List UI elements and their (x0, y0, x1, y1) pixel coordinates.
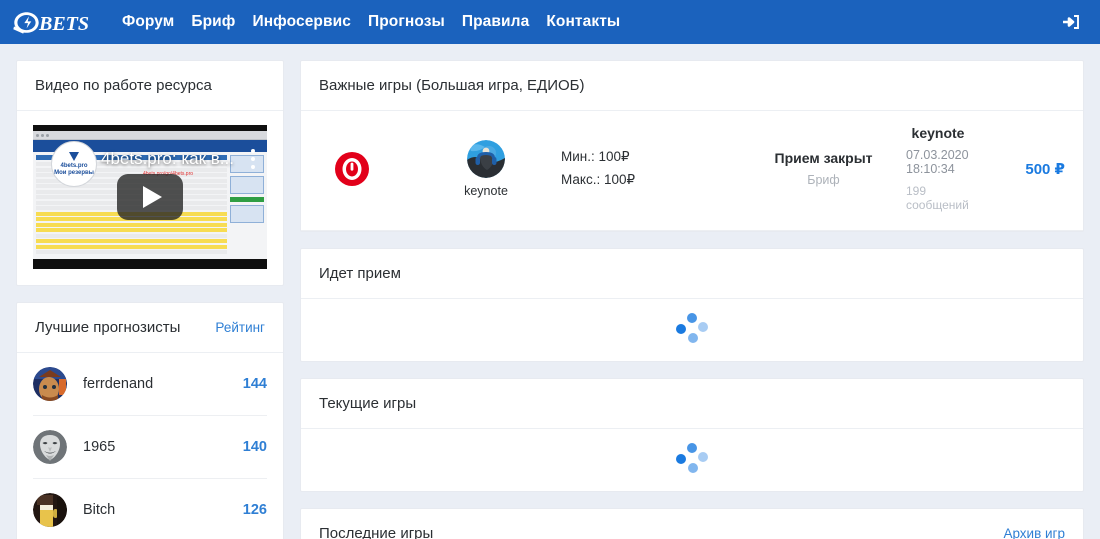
game-owner-cell[interactable]: keynote (411, 139, 561, 198)
top-predictors-title: Лучшие прогнозисты (35, 319, 181, 336)
game-message-count: 199 сообщений (906, 184, 969, 212)
game-meta-cell: keynote 07.03.2020 18:10:34 199 сообщени… (906, 125, 970, 212)
table-row[interactable]: keynote Мин.: 100₽ Макс.: 100₽ Прием зак… (301, 111, 1083, 231)
predictor-name: ferrdenand (83, 376, 154, 392)
game-state-label: Прием закрыт (774, 150, 873, 166)
top-predictors-header: Лучшие прогнозисты Рейтинг (17, 303, 283, 353)
predictor-score: 126 (242, 502, 267, 518)
rating-link[interactable]: Рейтинг (215, 320, 265, 335)
current-games-header: Текущие игры (301, 379, 1083, 429)
more-vertical-icon[interactable] (251, 149, 255, 173)
list-item[interactable]: ferrdenand 144 (33, 353, 267, 416)
thumb-badge-line2: Мои резервы (54, 169, 94, 176)
thumb-logo-badge: 4bets.pro Мои резервы (51, 141, 97, 187)
thumb-chrome-dots (33, 131, 267, 137)
svg-text:BETS: BETS (38, 13, 89, 35)
predictor-name: Bitch (83, 502, 116, 518)
avatar-keynote-globe (467, 139, 505, 178)
accepting-games-body (301, 299, 1083, 361)
nav-infoservice[interactable]: Инфосервис (252, 13, 351, 31)
predictor-name: 1965 (83, 439, 116, 455)
main-content: Важные игры (Большая игра, ЕДИОБ) keynot… (300, 60, 1084, 539)
nav-rules[interactable]: Правила (462, 13, 529, 31)
game-sum-cell: 500 ₽ (970, 160, 1065, 178)
nav-contacts[interactable]: Контакты (546, 13, 620, 31)
site-logo[interactable]: BETS (12, 10, 108, 35)
main-nav: Форум Бриф Инфосервис Прогнозы Правила К… (122, 13, 1058, 31)
last-games-header: Последние игры Архив игр (301, 509, 1083, 539)
game-date: 07.03.2020 18:10:34 (906, 148, 969, 176)
avatar-ferrdenand (33, 367, 67, 401)
game-sum: 500 ₽ (1025, 160, 1065, 178)
four-circle-logo-icon: BETS (13, 11, 89, 35)
thumb-badge-line1: 4bets.pro (60, 162, 88, 169)
thumb-sidebar (230, 155, 264, 256)
top-predictors-list: ferrdenand 144 1965 140 Bitch 126 (17, 353, 283, 539)
page-content: Видео по работе ресурса 4bets.pro Мои ре… (0, 44, 1100, 539)
loading-spinner-icon (675, 313, 709, 347)
avatar-bitch (33, 493, 67, 527)
current-games-body (301, 429, 1083, 491)
game-limits-cell: Мин.: 100₽ Макс.: 100₽ (561, 146, 741, 191)
video-card-header: Видео по работе ресурса (17, 61, 283, 111)
predictor-score: 140 (242, 439, 267, 455)
nav-forecasts[interactable]: Прогнозы (368, 13, 445, 31)
game-max-limit: Макс.: 100₽ (561, 171, 636, 187)
current-games-card: Текущие игры (300, 378, 1084, 492)
video-overlay-title: 4bets.pro: как в... (101, 149, 234, 168)
game-state-sublabel: Бриф (807, 173, 840, 187)
video-card-body: 4bets.pro Мои резервы 4bets.pro: как в..… (17, 111, 283, 285)
game-min-limit: Мин.: 100₽ (561, 149, 630, 165)
play-button-icon[interactable] (117, 174, 183, 220)
sidebar: Видео по работе ресурса 4bets.pro Мои ре… (16, 60, 284, 539)
game-state-cell: Прием закрыт Бриф (741, 150, 906, 187)
game-status-cell (319, 150, 411, 188)
game-closed-icon (335, 151, 369, 186)
game-title: keynote (911, 125, 965, 141)
loading-spinner-icon (675, 443, 709, 477)
last-games-title: Последние игры (319, 525, 434, 539)
top-predictors-card: Лучшие прогнозисты Рейтинг ferrdenand 14… (16, 302, 284, 539)
video-card-title: Видео по работе ресурса (35, 77, 212, 94)
game-owner-name: keynote (464, 183, 508, 198)
games-archive-link[interactable]: Архив игр (1003, 526, 1065, 539)
nav-brief[interactable]: Бриф (191, 13, 235, 31)
current-games-title: Текущие игры (319, 395, 417, 412)
avatar-1965 (33, 430, 67, 464)
last-games-card: Последние игры Архив игр (300, 508, 1084, 539)
predictor-score: 144 (242, 376, 267, 392)
thumb-badge-triangle-icon (69, 151, 79, 161)
video-card: Видео по работе ресурса 4bets.pro Мои ре… (16, 60, 284, 286)
sign-in-icon (1063, 15, 1079, 29)
login-button[interactable] (1058, 9, 1084, 35)
important-games-title: Важные игры (Большая игра, ЕДИОБ) (319, 77, 585, 94)
nav-forum[interactable]: Форум (122, 13, 174, 31)
video-thumbnail[interactable]: 4bets.pro Мои резервы 4bets.pro: как в..… (33, 125, 267, 269)
accepting-games-card: Идет прием (300, 248, 1084, 362)
accepting-games-header: Идет прием (301, 249, 1083, 299)
top-navigation-bar: BETS Форум Бриф Инфосервис Прогнозы Прав… (0, 0, 1100, 44)
list-item[interactable]: Bitch 126 (33, 479, 267, 539)
important-games-card: Важные игры (Большая игра, ЕДИОБ) keynot… (300, 60, 1084, 232)
accepting-games-title: Идет прием (319, 265, 401, 282)
thumb-browser-chrome (33, 131, 267, 140)
list-item[interactable]: 1965 140 (33, 416, 267, 479)
important-games-header: Важные игры (Большая игра, ЕДИОБ) (301, 61, 1083, 111)
